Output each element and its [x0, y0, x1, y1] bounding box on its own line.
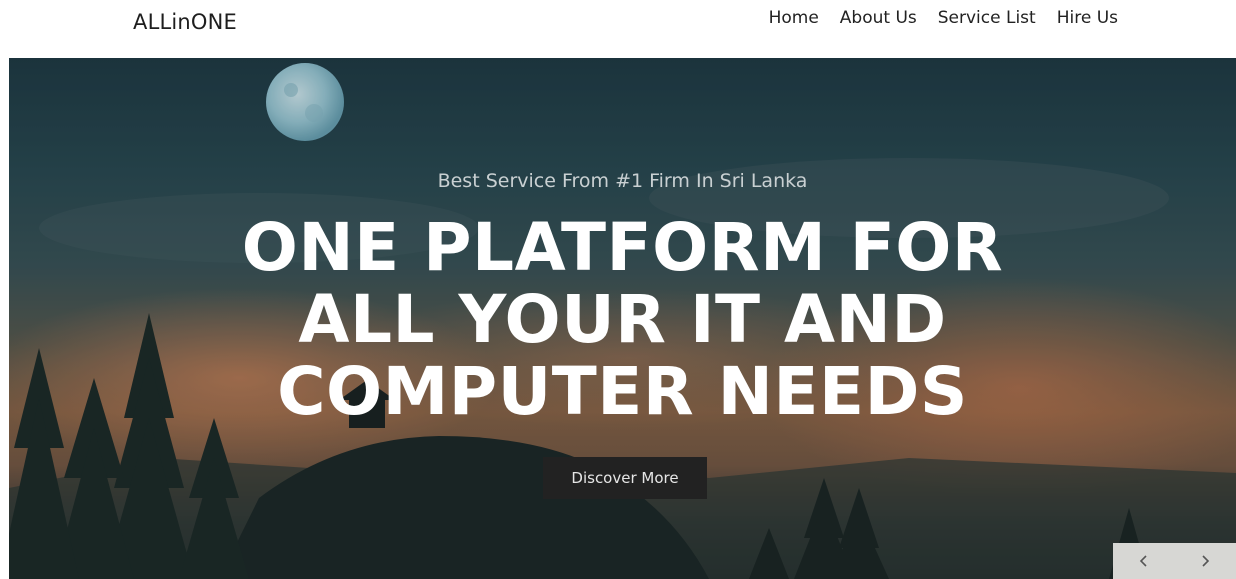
- nav-item-service-list[interactable]: Service List: [938, 8, 1036, 28]
- hero-headline-line-2: ALL YOUR IT AND: [298, 281, 947, 358]
- slider-next-button[interactable]: [1174, 543, 1235, 579]
- hero-headline-line-1: ONE PLATFORM FOR: [241, 209, 1004, 286]
- hero-headline-line-3: COMPUTER NEEDS: [277, 353, 968, 430]
- main-nav: Home About Us Service List Hire Us: [769, 8, 1118, 28]
- page: ALLinONE Home About Us Service List Hire…: [0, 0, 1236, 579]
- hero-banner: Best Service From #1 Firm In Sri Lanka O…: [9, 58, 1236, 579]
- nav-item-about-us[interactable]: About Us: [840, 8, 917, 28]
- chevron-left-icon: [1139, 555, 1147, 567]
- hero-headline: ONE PLATFORM FOR ALL YOUR IT AND COMPUTE…: [9, 212, 1236, 428]
- nav-item-hire-us[interactable]: Hire Us: [1057, 8, 1118, 28]
- chevron-right-icon: [1201, 555, 1209, 567]
- discover-more-button[interactable]: Discover More: [543, 457, 707, 499]
- site-logo[interactable]: ALLinONE: [133, 10, 237, 34]
- site-header: ALLinONE Home About Us Service List Hire…: [0, 0, 1236, 58]
- slider-prev-button[interactable]: [1113, 543, 1174, 579]
- slider-controls: [1113, 543, 1236, 579]
- nav-item-home[interactable]: Home: [769, 8, 819, 28]
- hero-subtitle: Best Service From #1 Firm In Sri Lanka: [437, 170, 808, 192]
